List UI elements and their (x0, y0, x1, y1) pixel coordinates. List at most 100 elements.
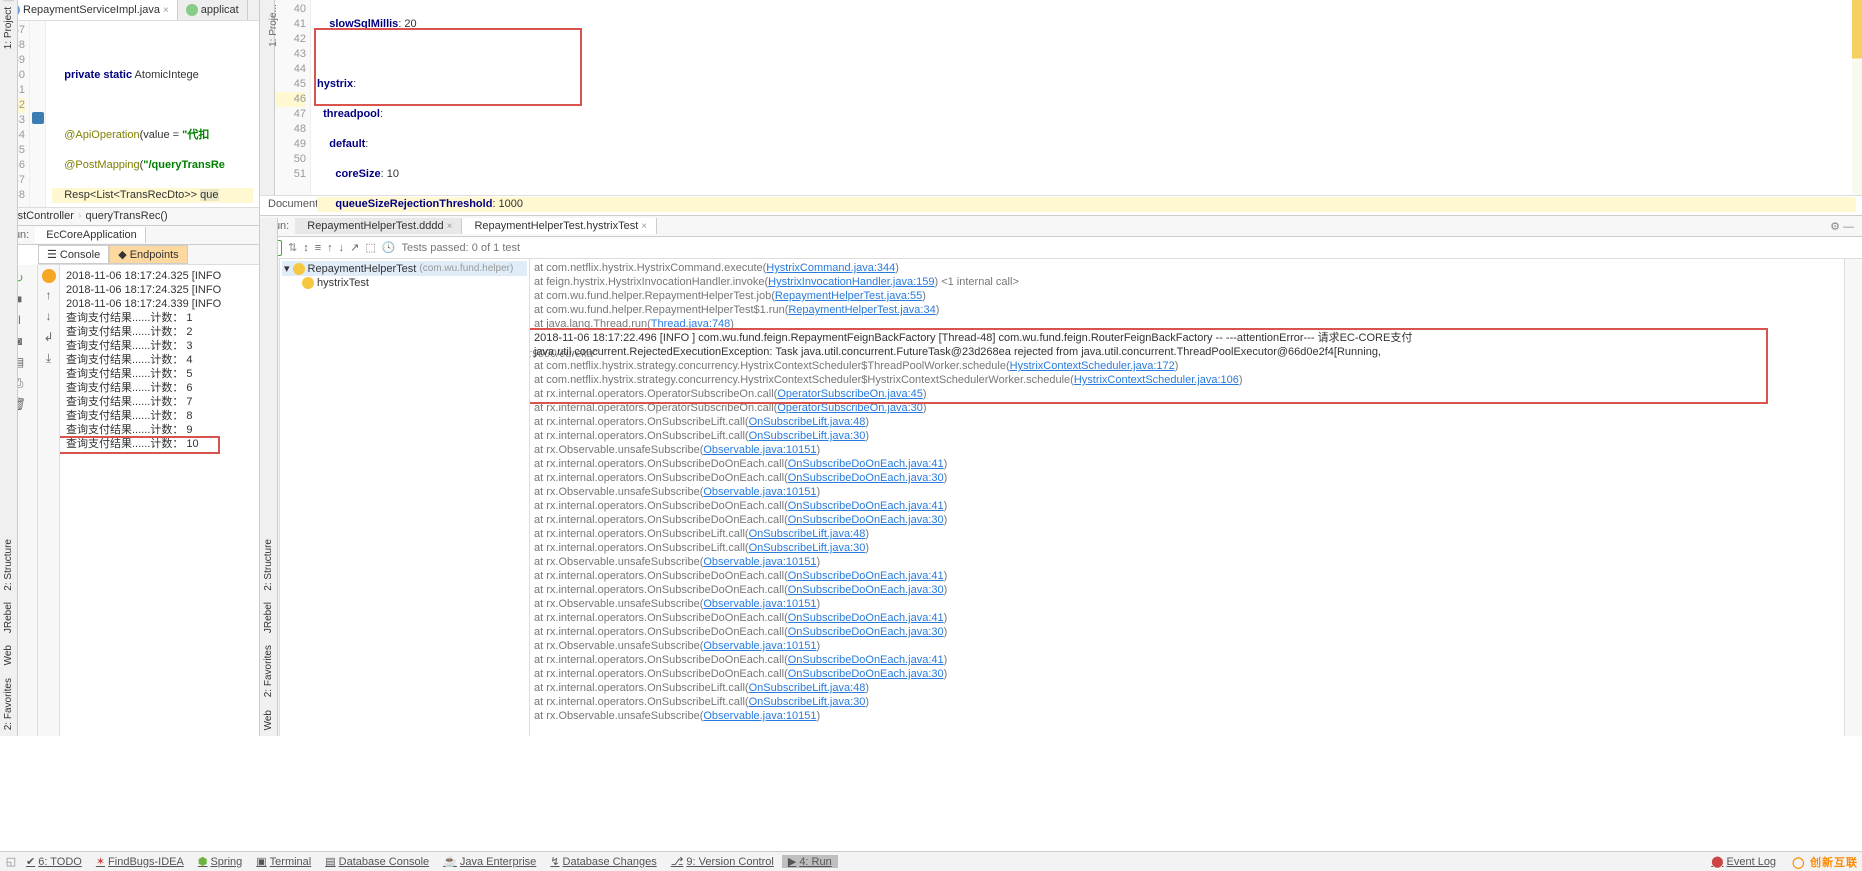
stack-link[interactable]: OnSubscribeLift.java:48 (749, 416, 866, 428)
java-enterprise-tab[interactable]: ☕ Java Enterprise (437, 855, 542, 868)
status-corner-icon[interactable]: ◱ (4, 855, 18, 868)
right-project-tab[interactable]: 1: Proje... (260, 0, 275, 195)
findbugs-tab[interactable]: ✶FindBugs-IDEA (90, 855, 190, 868)
stack-link[interactable]: OnSubscribeLift.java:48 (749, 528, 866, 540)
stack-line: at rx.Observable.unsafeSubscribe(Observa… (534, 485, 1844, 499)
stack-line: at rx.internal.operators.OnSubscribeDoOn… (534, 583, 1844, 597)
highlight-box-console (60, 436, 220, 454)
stack-link[interactable]: Observable.java:10151 (703, 710, 816, 722)
web-tab-2[interactable]: Web (263, 704, 274, 736)
stack-link[interactable]: Observable.java:10151 (703, 556, 816, 568)
favorites-tab-2[interactable]: 2: Favorites (263, 639, 274, 703)
stack-link[interactable]: HystrixInvocationHandler.java:159 (768, 276, 934, 288)
scroll-button[interactable]: ⤓ (40, 349, 58, 367)
favorite-icon[interactable] (42, 269, 56, 283)
endpoints-tab[interactable]: ◆ Endpoints (109, 245, 187, 264)
soft-wrap-button[interactable]: ↲ (40, 328, 58, 346)
database-console-tab[interactable]: ▤ Database Console (319, 855, 435, 868)
run-config-tab[interactable]: EcCoreApplication (35, 227, 146, 243)
stack-link[interactable]: OnSubscribeDoOnEach.java:41 (788, 458, 944, 470)
stack-link[interactable]: OnSubscribeDoOnEach.java:41 (788, 612, 944, 624)
stack-line: at rx.Observable.unsafeSubscribe(Observa… (534, 443, 1844, 457)
favorites-tab[interactable]: 2: Favorites (3, 672, 14, 736)
stack-line: at com.wu.fund.helper.RepaymentHelperTes… (534, 303, 1844, 317)
stack-line: at rx.internal.operators.OnSubscribeDoOn… (534, 457, 1844, 471)
tab-label: applicat (201, 4, 239, 16)
console-tab[interactable]: ☰ Console (38, 245, 109, 264)
stack-line: at rx.internal.operators.OnSubscribeLift… (534, 541, 1844, 555)
right-code-editor[interactable]: slowSqlMillis: 20 hystrix: threadpool: d… (311, 0, 1862, 195)
jrebel-tab[interactable]: JRebel (3, 596, 14, 639)
stack-line: at rx.internal.operators.OnSubscribeDoOn… (534, 569, 1844, 583)
left-editor-tabs: RepaymentServiceImpl.java× applicat (0, 0, 259, 21)
expand-button[interactable]: ↕ (303, 242, 309, 254)
stack-line: at feign.hystrix.HystrixInvocationHandle… (534, 275, 1844, 289)
stack-link[interactable]: OnSubscribeDoOnEach.java:30 (788, 514, 944, 526)
left-console-output[interactable]: 2018-11-06 18:17:24.325 [INFO 2018-11-06… (60, 265, 259, 736)
stacktrace-output[interactable]: at com.netflix.hystrix.HystrixCommand.ex… (530, 259, 1844, 736)
stack-line: at rx.internal.operators.OnSubscribeDoOn… (534, 653, 1844, 667)
stack-link[interactable]: OnSubscribeDoOnEach.java:41 (788, 654, 944, 666)
stack-line: at rx.Observable.unsafeSubscribe(Observa… (534, 597, 1844, 611)
stack-link[interactable]: OnSubscribeLift.java:30 (749, 696, 866, 708)
run-icon (186, 4, 198, 16)
bottom-status-bar: ◱ ✔ 6: TODO ✶FindBugs-IDEA ⬢Spring ▣ Ter… (0, 851, 1862, 871)
stack-link[interactable]: OnSubscribeDoOnEach.java:30 (788, 668, 944, 680)
test-tree-item[interactable]: hystrixTest (282, 276, 527, 290)
spring-tab[interactable]: ⬢Spring (192, 855, 248, 868)
stack-link[interactable]: OnSubscribeDoOnEach.java:30 (788, 584, 944, 596)
stack-link[interactable]: HystrixCommand.java:344 (766, 262, 895, 274)
terminal-tab[interactable]: ▣ Terminal (250, 855, 317, 868)
tab-repayment-service[interactable]: RepaymentServiceImpl.java× (0, 0, 178, 20)
run-tab-bottom[interactable]: ▶ 4: Run (782, 855, 838, 868)
stack-link[interactable]: Observable.java:10151 (703, 598, 816, 610)
stack-link[interactable]: OnSubscribeDoOnEach.java:30 (788, 626, 944, 638)
tab-label: RepaymentServiceImpl.java (23, 4, 160, 16)
project-tab[interactable]: 1: Project (3, 0, 14, 55)
watermark-logo: ◯ 创新互联 (1792, 854, 1858, 870)
left-toolwindow-bar: 1: Project 2: Structure JRebel Web 2: Fa… (0, 0, 18, 736)
stack-link[interactable]: OnSubscribeDoOnEach.java:41 (788, 570, 944, 582)
down-button[interactable]: ↓ (40, 307, 58, 325)
highlight-box-yaml (314, 28, 582, 106)
stack-link[interactable]: OnSubscribeLift.java:30 (749, 542, 866, 554)
left-run-header: Run: EcCoreApplication (0, 225, 259, 245)
left-gutter-extra (30, 21, 46, 207)
stack-link[interactable]: OnSubscribeDoOnEach.java:30 (788, 472, 944, 484)
stack-link[interactable]: Observable.java:10151 (703, 444, 816, 456)
left-run-toolbar2: ↑ ↓ ↲ ⤓ (38, 265, 60, 736)
version-control-tab[interactable]: ⎇ 9: Version Control (665, 855, 780, 868)
database-changes-tab[interactable]: ↯ Database Changes (544, 855, 662, 868)
close-icon[interactable]: × (163, 5, 169, 16)
stack-line: at rx.internal.operators.OnSubscribeDoOn… (534, 471, 1844, 485)
stack-link[interactable]: RepaymentHelperTest.java:55 (775, 290, 922, 302)
structure-tab-2[interactable]: 2: Structure (263, 533, 274, 597)
stack-line: at rx.internal.operators.OnSubscribeDoOn… (534, 667, 1844, 681)
stack-link[interactable]: RepaymentHelperTest.java:34 (788, 304, 935, 316)
stack-line: at rx.internal.operators.OnSubscribeLift… (534, 415, 1844, 429)
left-code-lines[interactable]: private static AtomicIntege @ApiOperatio… (46, 21, 259, 207)
stack-line: at rx.Observable.unsafeSubscribe(Observa… (534, 709, 1844, 723)
toggle-button[interactable]: ⇅ (288, 241, 297, 254)
mid-toolwindow-bar: 2: Structure JRebel 2: Favorites Web (260, 218, 278, 736)
stack-link[interactable]: Observable.java:10151 (703, 640, 816, 652)
todo-tab[interactable]: ✔ 6: TODO (20, 855, 88, 868)
stack-link[interactable]: OnSubscribeLift.java:30 (749, 430, 866, 442)
up-button[interactable]: ↑ (40, 286, 58, 304)
stack-link[interactable]: Observable.java:10151 (703, 486, 816, 498)
bookmark-icon[interactable] (32, 112, 44, 124)
web-tab[interactable]: Web (3, 639, 14, 671)
stack-link[interactable]: OnSubscribeDoOnEach.java:41 (788, 500, 944, 512)
stack-line: at rx.Observable.unsafeSubscribe(Observa… (534, 639, 1844, 653)
left-code-editor[interactable]: 373839404142434445464748 private static … (0, 21, 259, 207)
jrebel-tab-2[interactable]: JRebel (263, 596, 274, 639)
test-tree[interactable]: ▾RepaymentHelperTest (com.wu.fund.helper… (280, 259, 530, 736)
left-run-subtabs: ☰ Console ◆ Endpoints (38, 245, 259, 265)
overview-ruler[interactable] (1852, 0, 1862, 195)
stack-link[interactable]: OnSubscribeLift.java:48 (749, 682, 866, 694)
event-log-tab[interactable]: ⬤Event Log (1705, 855, 1782, 868)
structure-tab[interactable]: 2: Structure (3, 533, 14, 597)
test-tree-root[interactable]: ▾RepaymentHelperTest (com.wu.fund.helper… (282, 261, 527, 276)
stack-line: at rx.internal.operators.OnSubscribeLift… (534, 429, 1844, 443)
tab-application[interactable]: applicat (178, 0, 248, 20)
